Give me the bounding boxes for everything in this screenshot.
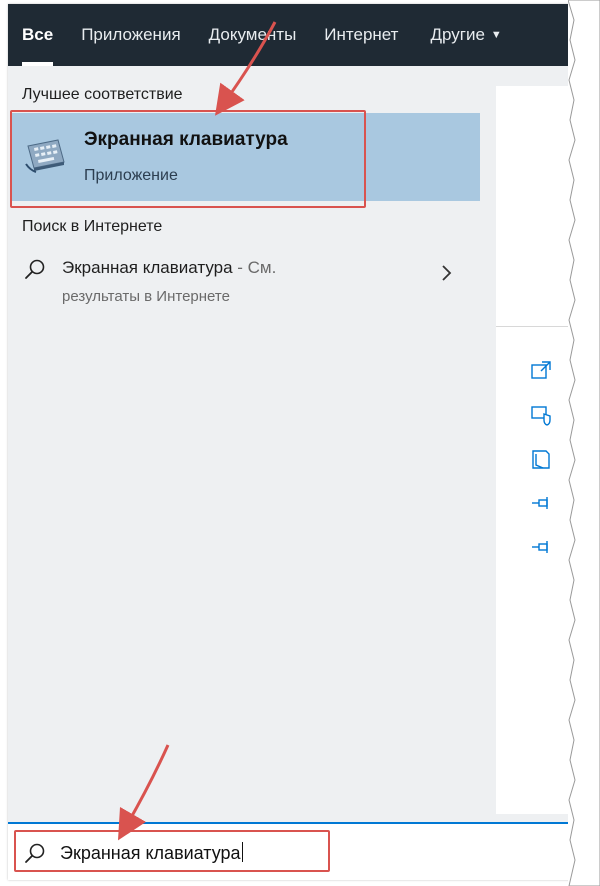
details-pane: О З П — [496, 86, 576, 814]
torn-edge — [568, 0, 600, 886]
action-pin-taskbar[interactable] — [496, 530, 576, 566]
search-icon — [25, 259, 45, 279]
highlight-search-box — [14, 830, 330, 872]
action-run-as-admin[interactable]: З — [496, 398, 576, 434]
tab-all[interactable]: Все — [8, 4, 67, 66]
tab-apps[interactable]: Приложения — [67, 4, 194, 66]
pin-taskbar-icon — [532, 541, 548, 553]
web-result-query: Экранная клавиатура — [62, 258, 233, 277]
tab-documents[interactable]: Документы — [195, 4, 311, 66]
web-result-subtitle: результаты в Интернете — [62, 288, 230, 305]
web-search-heading: Поиск в Интернете — [22, 218, 163, 235]
tab-label: Интернет — [324, 25, 399, 44]
web-search-result[interactable]: Экранная клавиатура - См. результаты в И… — [8, 250, 480, 320]
best-match-heading: Лучшее соответствие — [22, 86, 183, 103]
pin-start-icon — [532, 497, 548, 509]
tab-more[interactable]: Другие ▼ — [416, 4, 515, 66]
action-open[interactable]: О — [496, 354, 576, 390]
tab-internet[interactable]: Интернет — [310, 4, 412, 66]
chevron-right-icon[interactable] — [440, 264, 454, 282]
divider — [496, 326, 576, 327]
run-as-admin-icon — [531, 406, 551, 426]
action-open-file-location[interactable]: П — [496, 442, 576, 478]
highlight-best-match — [10, 110, 366, 208]
tab-label: Другие — [430, 25, 485, 44]
open-file-location-icon — [532, 450, 550, 469]
tab-label: Приложения — [81, 25, 181, 44]
open-icon — [531, 361, 551, 379]
action-pin-start[interactable] — [496, 486, 576, 522]
tab-bar: Все Приложения Документы Интернет Другие… — [8, 4, 576, 66]
web-result-suffix: - См. — [232, 258, 277, 277]
chevron-down-icon: ▼ — [490, 29, 502, 41]
tab-label: Все — [22, 25, 54, 44]
web-result-title: Экранная клавиатура - См. — [62, 258, 276, 278]
tab-label: Документы — [208, 25, 297, 44]
